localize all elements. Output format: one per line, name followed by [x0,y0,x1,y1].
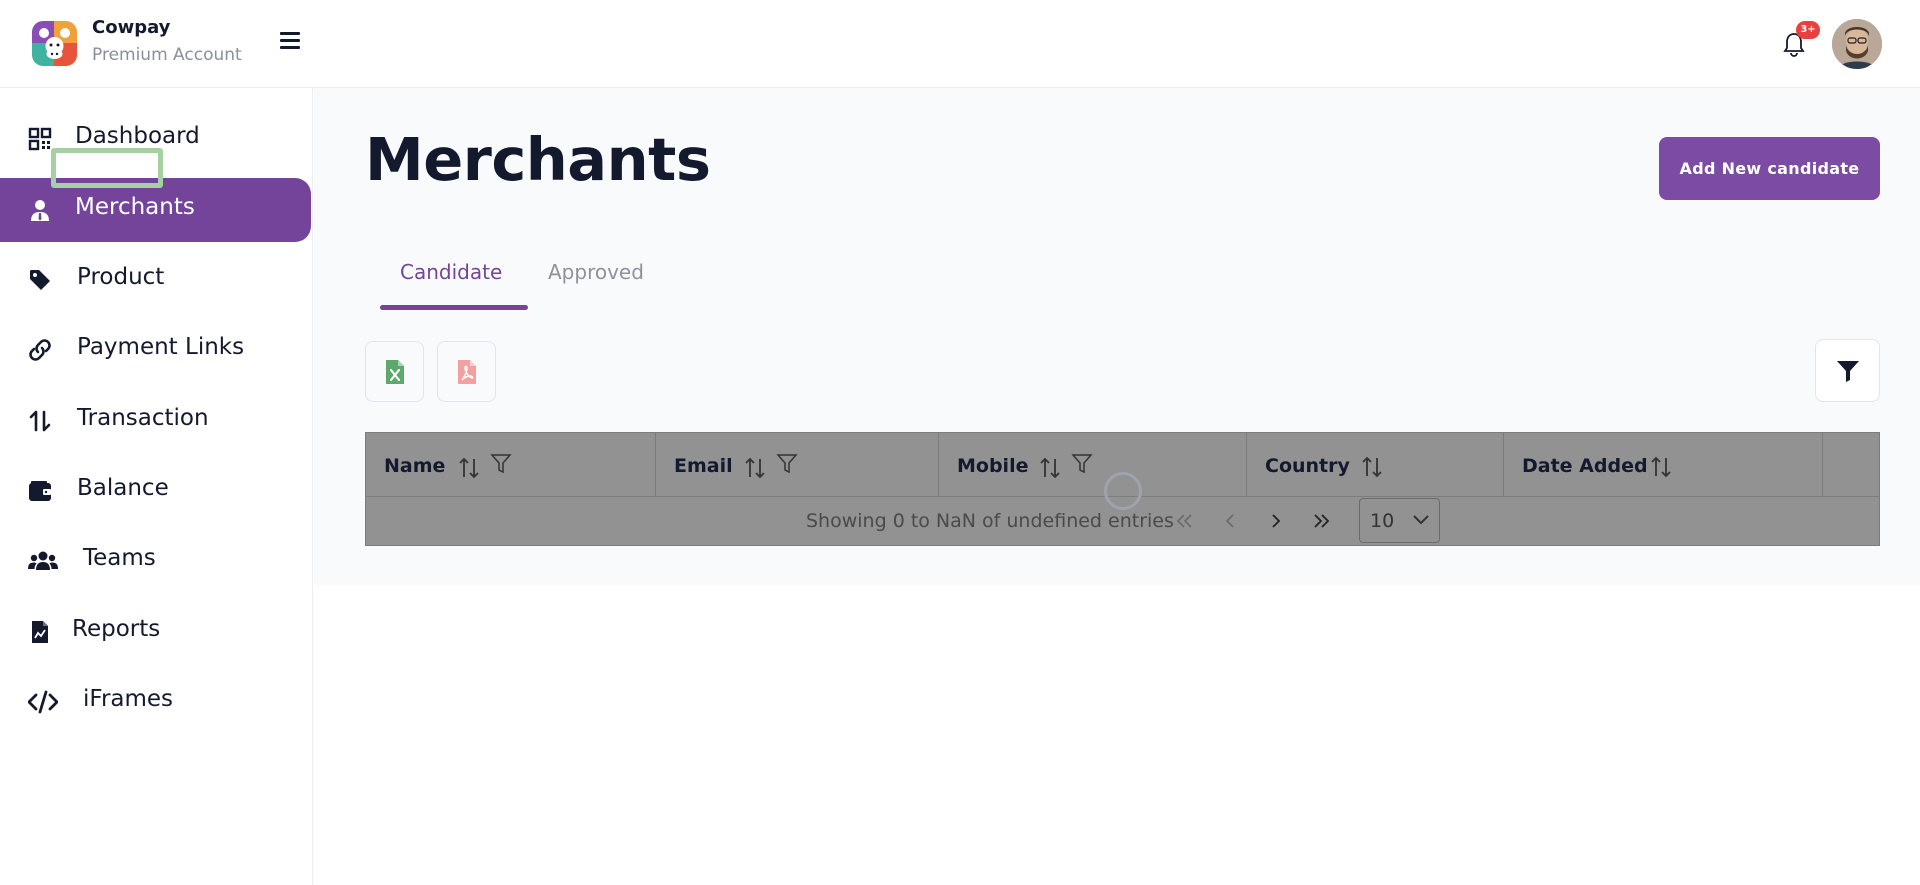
user-tie-icon [28,198,52,222]
export-pdf-button[interactable] [437,341,496,402]
cowpay-logo[interactable] [32,21,77,66]
tab-candidate[interactable]: Candidate [400,260,502,284]
column-header-date-added[interactable]: Date Added [1504,433,1823,497]
sidebar-item-label: Reports [72,616,161,642]
sidebar-item-label: Merchants [75,194,195,220]
focus-highlight [51,148,163,188]
column-label: Mobile [957,455,1029,477]
sort-icon[interactable] [1361,456,1383,478]
chevron-down-icon [1413,515,1429,525]
active-tab-indicator [380,305,528,310]
first-page-icon[interactable] [1173,509,1197,533]
users-icon [28,549,58,573]
sidebar-item-label: Payment Links [77,334,245,360]
file-chart-icon [28,620,52,644]
sidebar-item-iframes[interactable]: iFrames [0,670,311,734]
filter-button[interactable] [1815,339,1880,402]
rows-per-page-dropdown[interactable]: 10 [1359,498,1440,543]
brand-name: Cowpay [92,17,171,38]
menu-toggle-icon[interactable] [280,32,300,52]
column-label: Email [674,455,733,477]
sort-icon[interactable] [458,457,480,479]
sidebar-item-label: Transaction [77,405,209,431]
previous-page-icon[interactable] [1218,509,1242,533]
qr-grid-icon [28,127,52,151]
pdf-file-icon [458,360,476,384]
notification-badge: 3+ [1796,21,1820,39]
excel-file-icon [386,360,404,384]
sidebar-item-label: Balance [77,475,169,501]
page-title: Merchants [365,125,711,194]
sidebar-item-label: Teams [83,545,156,571]
sort-icon[interactable] [1039,457,1061,479]
column-label: Country [1265,455,1350,477]
arrows-up-down-icon [28,409,52,433]
column-header-name[interactable]: Name [366,433,656,497]
sidebar-item-transaction[interactable]: Transaction [0,389,311,453]
sort-icon[interactable] [1650,456,1672,478]
wallet-icon [28,479,52,503]
add-new-candidate-button[interactable]: Add New candidate [1659,137,1880,200]
filter-icon [1837,361,1859,382]
sidebar-item-label: Product [77,264,165,290]
code-icon [27,690,59,714]
column-header-email[interactable]: Email [656,433,939,497]
column-header-mobile[interactable]: Mobile [939,433,1247,497]
rows-per-page-value: 10 [1370,510,1395,532]
account-type: Premium Account [92,45,242,65]
sidebar-item-teams[interactable]: Teams [0,529,311,593]
tab-approved[interactable]: Approved [548,260,644,284]
user-avatar[interactable] [1832,19,1882,69]
sidebar-item-product[interactable]: Product [0,248,311,312]
sidebar-item-label: Dashboard [75,123,200,149]
last-page-icon[interactable] [1309,509,1333,533]
column-label: Date Added [1522,455,1648,477]
sidebar-item-balance[interactable]: Balance [0,459,311,523]
link-icon [28,338,52,362]
column-filter-icon[interactable] [1071,453,1093,475]
pagination-info: Showing 0 to NaN of undefined entries [806,510,1174,532]
column-filter-icon[interactable] [776,453,798,475]
loading-spinner [1104,472,1142,510]
tag-icon [28,268,52,292]
column-label: Name [384,455,446,477]
sidebar-item-reports[interactable]: Reports [0,600,311,664]
column-filter-icon[interactable] [490,453,512,475]
sort-icon[interactable] [744,457,766,479]
export-excel-button[interactable] [365,341,424,402]
sidebar-item-payment-links[interactable]: Payment Links [0,318,311,382]
column-header-country[interactable]: Country [1247,433,1504,497]
top-bar: Cowpay Premium Account 3+ [0,0,1920,88]
next-page-icon[interactable] [1264,509,1288,533]
sidebar-item-label: iFrames [83,686,174,712]
